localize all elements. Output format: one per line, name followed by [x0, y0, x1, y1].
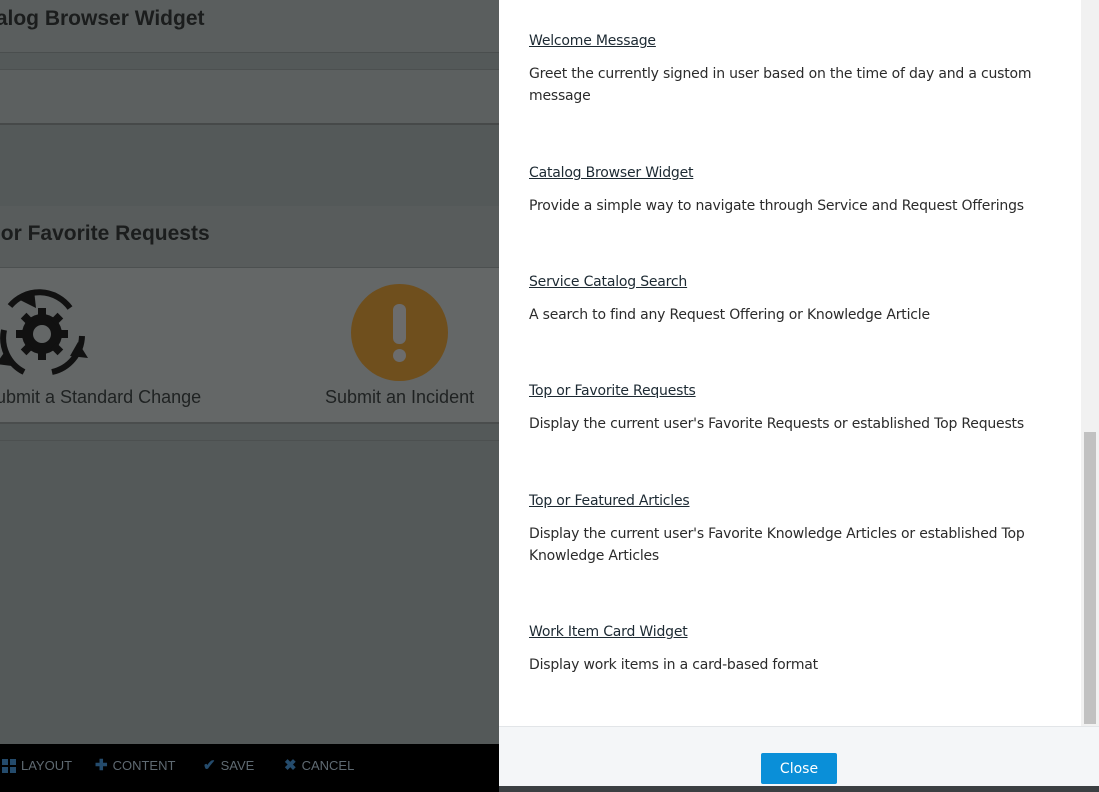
- x-icon: ✖: [284, 757, 297, 774]
- section-title: Catalog Browser Widget: [0, 7, 205, 30]
- exclamation-icon: [351, 284, 448, 381]
- divider: [0, 440, 499, 441]
- widget-link-work-item-card[interactable]: Work Item Card Widget: [529, 624, 688, 640]
- background-page: Catalog Browser Widget Top or Favorite R…: [0, 0, 499, 792]
- section-bar: [0, 69, 499, 125]
- save-button[interactable]: ✔ SAVE: [203, 758, 254, 773]
- widget-link-welcome-message[interactable]: Welcome Message: [529, 33, 656, 49]
- tile-label-standard-change: Submit a Standard Change: [0, 387, 202, 407]
- widget-list: Welcome Message Greet the currently sign…: [499, 0, 1099, 726]
- scrollbar-thumb[interactable]: [1084, 432, 1096, 724]
- window-bottom-edge: [499, 786, 1099, 792]
- widget-link-service-catalog-search[interactable]: Service Catalog Search: [529, 274, 687, 290]
- widget-description: Display work items in a card-based forma…: [529, 657, 818, 673]
- panel-footer: Close: [499, 726, 1099, 792]
- grid-icon: [2, 758, 16, 773]
- widget-picker-panel: Welcome Message Greet the currently sign…: [499, 0, 1099, 792]
- layout-label: LAYOUT: [21, 758, 73, 773]
- section-header: Catalog Browser Widget: [0, 0, 499, 53]
- widget-item: Top or Favorite Requests Display the cur…: [529, 380, 1049, 435]
- widget-item: Service Catalog Search A search to find …: [529, 271, 1049, 326]
- widget-description: Display the current user's Favorite Know…: [529, 526, 1025, 564]
- layout-button[interactable]: LAYOUT: [2, 758, 72, 773]
- gear-cycle-icon: [0, 289, 88, 375]
- favorites-title: Top or Favorite Requests: [0, 222, 210, 245]
- plus-icon: ✚: [95, 757, 108, 774]
- widget-link-top-favorite-requests[interactable]: Top or Favorite Requests: [529, 383, 696, 399]
- content-label: CONTENT: [112, 758, 176, 773]
- cancel-button[interactable]: ✖ CANCEL: [284, 758, 354, 773]
- content-button[interactable]: ✚ CONTENT: [95, 758, 175, 773]
- check-icon: ✔: [203, 757, 216, 774]
- widget-description: Greet the currently signed in user based…: [529, 66, 1032, 104]
- save-label: SAVE: [220, 758, 255, 773]
- widget-item: Top or Featured Articles Display the cur…: [529, 490, 1049, 567]
- widget-item: Welcome Message Greet the currently sign…: [529, 30, 1049, 107]
- widget-description: A search to find any Request Offering or…: [529, 307, 930, 323]
- widget-description: Provide a simple way to navigate through…: [529, 198, 1024, 214]
- widget-item: Catalog Browser Widget Provide a simple …: [529, 162, 1049, 217]
- widget-item: Work Item Card Widget Display work items…: [529, 621, 1049, 676]
- widget-link-catalog-browser[interactable]: Catalog Browser Widget: [529, 165, 694, 181]
- favorites-header: Top or Favorite Requests: [0, 206, 499, 268]
- widget-description: Display the current user's Favorite Requ…: [529, 416, 1024, 432]
- tile-label-incident: Submit an Incident: [325, 387, 475, 407]
- cancel-label: CANCEL: [301, 758, 355, 773]
- widget-link-top-featured-articles[interactable]: Top or Featured Articles: [529, 493, 690, 509]
- close-button[interactable]: Close: [761, 753, 837, 784]
- editor-toolbar: LAYOUT ✚ CONTENT ✔ SAVE ✖ CANCEL: [0, 744, 499, 792]
